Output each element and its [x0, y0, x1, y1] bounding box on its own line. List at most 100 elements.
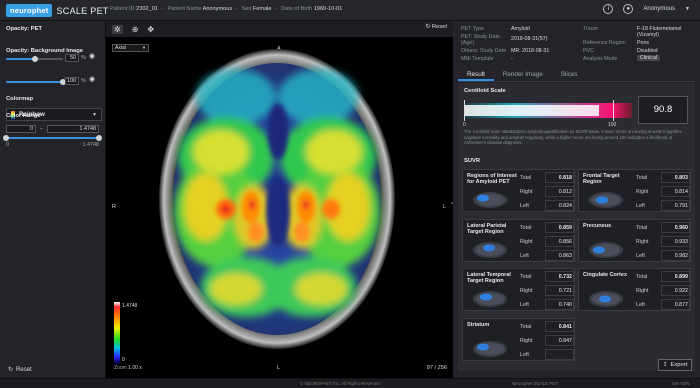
suvr-row-right: Right 0.856	[518, 235, 575, 248]
suvr-card[interactable]: Striatum Total 0.841 Right 0.847 Left	[462, 318, 575, 361]
export-button[interactable]: ⇪ Export	[658, 359, 692, 371]
footer-copyright: © NEUROPHET Inc. All Rights Reserved	[300, 381, 380, 386]
opacity-pet-slider-handle[interactable]	[31, 56, 38, 62]
colorbar-max-label: 1.4748	[122, 303, 138, 309]
centiloid-title: Centiloid Scale	[464, 88, 506, 94]
opacity-pet-slider[interactable]	[6, 56, 63, 62]
suvr-row-label: Right	[520, 287, 533, 294]
suvr-row-label: Right	[520, 337, 533, 344]
reset-icon: ↻	[425, 24, 431, 30]
color-range-max-input[interactable]: 1.4748	[47, 125, 99, 133]
suvr-row-total: Total 0.841	[518, 320, 575, 333]
suvr-region-name: Lateral Temporal Target Region	[467, 272, 511, 285]
brain-region-icon	[589, 192, 623, 208]
suvr-value-box	[661, 236, 690, 247]
patient-sex: Female	[252, 6, 272, 12]
suvr-region-name: Striatum	[467, 322, 490, 328]
opacity-pet-input[interactable]: 50	[65, 54, 79, 62]
suvr-row-label: Total	[636, 273, 648, 280]
centiloid-scale-bar: 0 100	[463, 98, 636, 128]
brain-region-icon	[473, 242, 507, 258]
centiloid-tick-min: 0	[463, 122, 466, 128]
suvr-row-label: Left	[520, 202, 529, 209]
suvr-row-right: Right 0.922	[634, 284, 691, 297]
viewer-reset-button[interactable]: ↻ Reset	[425, 24, 447, 30]
patient-id-label: Patient ID	[110, 6, 135, 12]
suvr-card[interactable]: Precuneus Total 0.960 Right 0.933 Left 0.982	[578, 219, 691, 262]
reset-icon: ↻	[8, 367, 14, 373]
pet-brain-image[interactable]	[106, 37, 453, 357]
suvr-values: Total 0.818 Right 0.812 Left 0.824	[518, 170, 575, 213]
user-avatar-icon[interactable]: ●	[623, 4, 634, 14]
patient-name: Anonymous	[202, 6, 233, 12]
opacity-pet-label: Opacity: PET	[6, 26, 43, 32]
suvr-row-label: Left	[636, 301, 645, 308]
opacity-pet-unit: %	[81, 55, 86, 61]
suvr-region-name: Frontal Target Region	[583, 173, 620, 186]
suvr-value-box	[545, 299, 574, 310]
viewer-reset-label: Reset	[431, 24, 447, 30]
opacity-bg-section: Opacity: Background Image	[6, 48, 102, 54]
zoom-icon[interactable]: ⊕	[132, 25, 139, 34]
user-name[interactable]: Anonymous	[643, 6, 675, 12]
info-icon[interactable]: i	[603, 4, 614, 14]
pan-icon[interactable]: ✥	[147, 25, 154, 34]
suvr-region-name: Regions of Interest for Amyloid PET	[467, 173, 517, 186]
suvr-values: Total 0.960 Right 0.933 Left 0.982	[634, 220, 691, 263]
suvr-row-label: Total	[520, 224, 532, 231]
adjust-icon[interactable]: ✲	[112, 24, 123, 34]
zoom-label: Zoom	[114, 365, 127, 371]
top-right-controls: i ● Anonymous ▼	[603, 4, 690, 14]
suvr-row-left: Left 0.863	[518, 249, 575, 262]
suvr-row-label: Left	[520, 351, 529, 358]
tab-slices[interactable]: Slices	[552, 70, 587, 81]
suvr-values: Total 0.899 Right 0.922 Left 0.877	[634, 269, 691, 312]
other-date-label: Others: Study Date	[461, 48, 507, 54]
color-range-min-input[interactable]: 0	[6, 125, 36, 133]
suvr-row-left: Left	[518, 348, 575, 361]
suvr-values: Total 0.732 Right 0.721 Left 0.740	[518, 269, 575, 312]
colormap-section: Colormap	[6, 73, 102, 102]
suvr-card[interactable]: Cingulate Cortex Total 0.899 Right 0.922 Left…	[578, 268, 691, 311]
suvr-value-box	[545, 200, 574, 211]
suvr-card[interactable]: Lateral Parietal Target Region Total 0.859…	[462, 219, 575, 262]
left-reset-label: Reset	[16, 366, 32, 373]
suvr-card[interactable]: Regions of Interest for Amyloid PET Total…	[462, 169, 575, 212]
suvr-row-label: Left	[520, 252, 529, 259]
patient-id: 2302_01	[136, 6, 158, 12]
colorbar	[114, 302, 120, 364]
range-max-handle[interactable]	[96, 135, 102, 141]
patient-info: Patient ID 2302_01 • Patient Name Anonymo…	[110, 6, 343, 12]
suvr-values: Total 0.859 Right 0.856 Left 0.863	[518, 220, 575, 263]
chevron-down-icon[interactable]: ▼	[685, 6, 690, 12]
suvr-row-total: Total 0.859	[518, 221, 575, 234]
suvr-row-label: Right	[520, 238, 533, 245]
suvr-row-label: Left	[636, 252, 645, 259]
suvr-value-box	[661, 222, 690, 233]
suvr-value-box	[545, 250, 574, 261]
sex-label: Sex	[241, 6, 252, 12]
pvc-value: Disabled	[637, 48, 658, 54]
range-min-handle[interactable]	[3, 135, 9, 141]
suvr-region-name: Lateral Parietal Target Region	[467, 223, 507, 236]
suvr-row-label: Left	[520, 301, 529, 308]
suvr-row-left: Left 0.740	[518, 298, 575, 311]
suvr-value-box	[545, 186, 574, 197]
tab-render-image[interactable]: Render Image	[494, 70, 552, 81]
color-range-slider[interactable]	[3, 135, 102, 141]
tab-result[interactable]: Result	[458, 70, 494, 81]
pet-date: 2018-08-31(57)	[511, 36, 548, 42]
suvr-value-box	[545, 236, 574, 247]
tracer-label: Tracer	[583, 26, 599, 32]
pet-type-label: PET Type	[461, 26, 485, 32]
image-viewer[interactable]: ✲ ⊕ ✥ ↻ Reset Axial ▼ A L R L 1.4748 0 Z…	[106, 21, 453, 378]
suvr-card[interactable]: Frontal Target Region Total 0.803 Right 0.81…	[578, 169, 691, 212]
suvr-row-label: Right	[636, 287, 649, 294]
suvr-card[interactable]: Lateral Temporal Target Region Total 0.732…	[462, 268, 575, 311]
suvr-row-right: Right 0.721	[518, 284, 575, 297]
footer: © NEUROPHET Inc. All Rights Reserved Neu…	[0, 378, 700, 388]
left-reset-button[interactable]: ↻ Reset	[8, 366, 32, 374]
top-bar: neurophet SCALE PET Patient ID 2302_01 • …	[0, 0, 700, 21]
other-date: MR: 2018-08-31	[511, 48, 550, 54]
centiloid-value: 90.8	[638, 96, 688, 124]
